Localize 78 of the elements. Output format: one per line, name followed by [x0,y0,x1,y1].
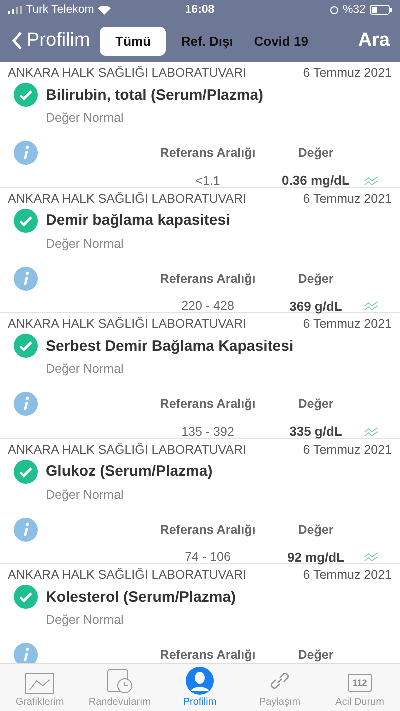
result-date: 6 Temmuz 2021 [303,317,392,331]
emergency-number-icon: 112 [348,674,372,692]
trend-icon[interactable] [364,301,380,311]
calendar-clock-icon [105,667,135,695]
test-name: Bilirubin, total (Serum/Plazma) [46,86,264,104]
check-icon [14,208,38,232]
result-card[interactable]: ANKARA HALK SAĞLIĞI LABORATUVARI 6 Temmuz 2021 Bilirubin, total (Serum/Plazma) Değer Normal Referans Aralığı Değer <1.1 0.36 mg/dL [0,62,400,188]
result-status: Değer Normal [45,111,125,125]
result-date: 6 Temmuz 2021 [303,442,392,456]
result-card[interactable]: ANKARA HALK SAĞLIĞI LABORATUVARI 6 Temmuz 2021 Glukoz (Serum/Plazma) Değer Normal Referans Aralığı Değer 74 - 106 92 mg/dL [0,438,400,564]
segment-tab[interactable]: Tümü [100,26,166,56]
test-name: Kolesterol (Serum/Plazma) [46,588,236,606]
result-date: 6 Temmuz 2021 [303,192,392,206]
info-icon[interactable] [14,141,38,165]
value-header: Değer [297,648,335,662]
value-header: Değer [297,522,335,536]
info-icon[interactable] [14,392,38,416]
back-button[interactable]: Profilim [12,30,90,52]
result-date: 6 Temmuz 2021 [303,66,392,80]
wifi-icon [98,6,112,14]
tab-bar-item[interactable]: Grafiklerim [0,664,80,711]
test-name: Demir bağlama kapasitesi [46,212,230,229]
check-icon [14,334,38,358]
lab-name: ANKARA HALK SAĞLIĞI LABORATUVARI [8,442,247,456]
value-header: Değer [297,397,335,411]
chevron-left-icon [12,32,23,50]
battery-icon [370,5,392,15]
result-status: Değer Normal [45,613,125,627]
result-date: 6 Temmuz 2021 [303,568,392,582]
tab-bar-item[interactable]: Paylaşım [240,664,320,711]
battery-percent: %32 [342,4,366,16]
lab-name: ANKARA HALK SAĞLIĞI LABORATUVARI [8,66,247,80]
info-icon[interactable] [14,643,38,663]
segment-tab[interactable]: Ref. Dışı [170,26,244,56]
trend-icon[interactable] [364,552,380,562]
carrier-name: Turk Telekom [26,4,94,16]
reference-header: Referans Aralığı [159,272,257,286]
tab-bar-item[interactable]: 112 Acil Durum [320,664,400,711]
rotation-lock-icon [330,6,339,14]
result-value: 92 mg/dL [286,550,346,564]
result-status: Değer Normal [45,236,125,250]
tab-bar-item[interactable]: Profilim [160,664,240,711]
chart-icon [25,673,55,695]
result-value: 335 g/dL [288,424,344,439]
result-value: 369 g/dL [288,298,344,314]
reference-range: 135 - 392 [180,424,236,438]
tab-bar-item[interactable]: Randevularım [80,664,160,711]
lab-name: ANKARA HALK SAĞLIĞI LABORATUVARI [8,568,247,582]
info-icon[interactable] [14,518,38,542]
info-icon[interactable] [14,266,38,290]
reference-header: Referans Aralığı [159,146,257,160]
reference-header: Referans Aralığı [159,648,257,662]
result-status: Değer Normal [45,362,125,376]
value-header: Değer [297,272,335,286]
result-value: 0.36 mg/dL [281,173,351,188]
lab-name: ANKARA HALK SAĞLIĞI LABORATUVARI [8,192,247,206]
value-header: Değer [297,146,335,160]
clock: 16:08 [185,4,215,16]
reference-header: Referans Aralığı [159,522,257,536]
check-icon [14,460,38,484]
search-button[interactable]: Ara [358,30,390,52]
reference-range: <1.1 [194,174,222,188]
result-status: Değer Normal [45,488,125,502]
check-icon [14,83,38,107]
lab-name: ANKARA HALK SAĞLIĞI LABORATUVARI [8,317,247,331]
check-icon [14,585,38,609]
result-card[interactable]: ANKARA HALK SAĞLIĞI LABORATUVARI 6 Temmuz 2021 Demir bağlama kapasitesi Değer Normal Referans Aralığı Değer 220 - 428 369 g/dL [0,188,400,313]
trend-icon[interactable] [364,176,380,186]
reference-range: 220 - 428 [180,299,236,313]
result-card[interactable]: ANKARA HALK SAĞLIĞI LABORATUVARI 6 Temmuz 2021 Serbest Demir Bağlama Kapasitesi Değer Normal Referans Aralığı Değer 135 - 392 335 g/dL [0,313,400,438]
reference-range: 74 - 106 [184,550,232,564]
reference-header: Referans Aralığı [159,397,257,411]
test-name: Glukoz (Serum/Plazma) [46,463,213,480]
profile-icon [186,667,214,695]
signal-icon [8,6,22,14]
trend-icon[interactable] [364,426,380,436]
test-name: Serbest Demir Bağlama Kapasitesi [46,338,294,354]
segment-tab[interactable]: Covid 19 [244,26,318,56]
